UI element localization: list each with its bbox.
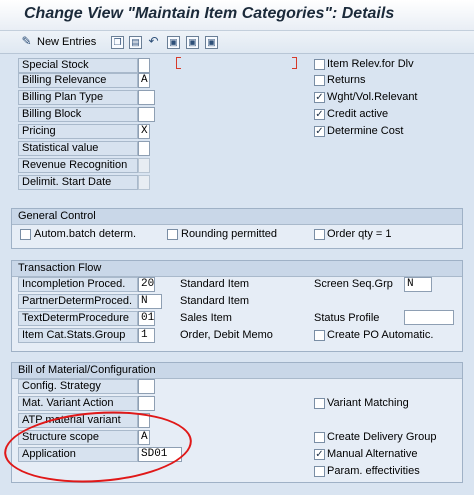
item-relev-dlv-checkbox[interactable] [314, 59, 325, 70]
config-strategy-input[interactable] [138, 379, 155, 394]
bracket-left-marker [176, 57, 181, 69]
copy-icon: ❐ [111, 35, 124, 49]
structure-scope-input[interactable]: A [138, 430, 150, 445]
determine-cost-checkbox[interactable]: ✓ [314, 126, 325, 137]
mat-variant-action-input[interactable] [138, 396, 155, 411]
nav-prev-button[interactable]: ▣ [186, 34, 199, 50]
revenue-recognition-input[interactable] [138, 158, 150, 173]
nav-first-icon: ▣ [167, 35, 180, 49]
delimit-start-date-input[interactable] [138, 175, 150, 190]
undo-button[interactable]: ↶ [147, 34, 160, 50]
bracket-right-marker [292, 57, 297, 69]
page-title: Change View "Maintain Item Categories": … [24, 5, 395, 22]
pencil-icon: ✎ [21, 33, 32, 48]
returns-label: Returns [327, 74, 366, 86]
param-effectivities-label: Param. effectivities [327, 465, 420, 477]
config-strategy-label: Config. Strategy [18, 379, 138, 394]
wght-vol-relevant-label: Wght/Vol.Relevant [327, 91, 418, 103]
create-delivery-group-label: Create Delivery Group [327, 431, 437, 443]
billing-relevance-input[interactable]: A [138, 73, 150, 88]
order-qty-1-checkbox[interactable] [314, 229, 325, 240]
atp-material-variant-label: ATP material variant [18, 413, 138, 428]
application-input[interactable]: SD01 [138, 447, 182, 462]
billing-plan-type-label: Billing Plan Type [18, 90, 138, 105]
transaction-flow-title: Transaction Flow [12, 261, 462, 277]
bom-configuration-title: Bill of Material/Configuration [12, 363, 462, 379]
billing-plan-type-input[interactable] [138, 90, 155, 105]
autom-batch-checkbox[interactable] [20, 229, 31, 240]
wght-vol-relevant-checkbox[interactable]: ✓ [314, 92, 325, 103]
pricing-input[interactable]: X [138, 124, 150, 139]
nav-prev-icon: ▣ [186, 35, 199, 49]
item-cat-stats-group-desc: Order, Debit Memo [180, 329, 273, 341]
delimit-start-date-label: Delimit. Start Date [18, 175, 138, 190]
partner-determ-proced-input[interactable]: N [138, 294, 162, 309]
statistical-value-input[interactable] [138, 141, 150, 156]
special-stock-input[interactable] [138, 58, 150, 73]
manual-alternative-checkbox[interactable]: ✓ [314, 449, 325, 460]
text-determ-procedure-desc: Sales Item [180, 312, 232, 324]
text-determ-procedure-input[interactable]: 01 [138, 311, 155, 326]
statistical-value-label: Statistical value [18, 141, 138, 156]
partner-determ-proced-label: PartnerDetermProced. [18, 294, 138, 309]
variant-matching-label: Variant Matching [327, 397, 409, 409]
text-determ-procedure-label: TextDetermProcedure [18, 311, 138, 326]
status-profile-label: Status Profile [314, 312, 380, 324]
determine-cost-label: Determine Cost [327, 125, 404, 137]
param-effectivities-checkbox[interactable] [314, 466, 325, 477]
nav-first-button[interactable]: ▣ [167, 34, 180, 50]
item-relev-dlv-label: Item Relev.for Dlv [327, 58, 414, 70]
incompletion-proced-label: Incompletion Proced. [18, 277, 138, 292]
autom-batch-label: Autom.batch determ. [34, 228, 137, 240]
credit-active-checkbox[interactable]: ✓ [314, 109, 325, 120]
new-entries-label: New Entries [37, 36, 97, 48]
order-qty-1-label: Order qty = 1 [327, 228, 392, 240]
create-po-automatic-label: Create PO Automatic. [327, 329, 434, 341]
billing-relevance-label: Billing Relevance [18, 73, 138, 88]
undo-icon: ↶ [148, 33, 159, 48]
create-po-automatic-checkbox[interactable] [314, 330, 325, 341]
screen-seq-grp-label: Screen Seq.Grp [314, 278, 393, 290]
incompletion-proced-desc: Standard Item [180, 278, 250, 290]
manual-alternative-label: Manual Alternative [327, 448, 418, 460]
item-cat-stats-group-label: Item Cat.Stats.Group [18, 328, 138, 343]
application-toolbar: ✎ New Entries ❐ ▤ ↶ ▣ ▣ ▣ [0, 31, 474, 54]
nav-next-icon: ▣ [205, 35, 218, 49]
returns-checkbox[interactable] [314, 75, 325, 86]
create-delivery-group-checkbox[interactable] [314, 432, 325, 443]
application-label: Application [18, 447, 138, 462]
variant-matching-checkbox[interactable] [314, 398, 325, 409]
billing-block-input[interactable] [138, 107, 155, 122]
new-entries-button[interactable]: ✎ New Entries [20, 34, 96, 50]
copy-button[interactable]: ❐ [111, 34, 124, 50]
screen-seq-grp-input[interactable]: N [404, 277, 432, 292]
delete-button[interactable]: ▤ [129, 34, 142, 50]
credit-active-label: Credit active [327, 108, 389, 120]
general-control-title: General Control [12, 209, 462, 225]
structure-scope-label: Structure scope [18, 430, 138, 445]
pricing-label: Pricing [18, 124, 138, 139]
rounding-permitted-checkbox[interactable] [167, 229, 178, 240]
rounding-permitted-label: Rounding permitted [181, 228, 278, 240]
special-stock-label: Special Stock [18, 58, 138, 73]
mat-variant-action-label: Mat. Variant Action [18, 396, 138, 411]
partner-determ-proced-desc: Standard Item [180, 295, 250, 307]
revenue-recognition-label: Revenue Recognition [18, 158, 138, 173]
delete-icon: ▤ [129, 35, 142, 49]
nav-next-button[interactable]: ▣ [205, 34, 218, 50]
title-bar: Change View "Maintain Item Categories": … [0, 0, 474, 31]
incompletion-proced-input[interactable]: 20 [138, 277, 155, 292]
item-cat-stats-group-input[interactable]: 1 [138, 328, 155, 343]
status-profile-input[interactable] [404, 310, 454, 325]
atp-material-variant-input[interactable] [138, 413, 150, 428]
billing-block-label: Billing Block [18, 107, 138, 122]
